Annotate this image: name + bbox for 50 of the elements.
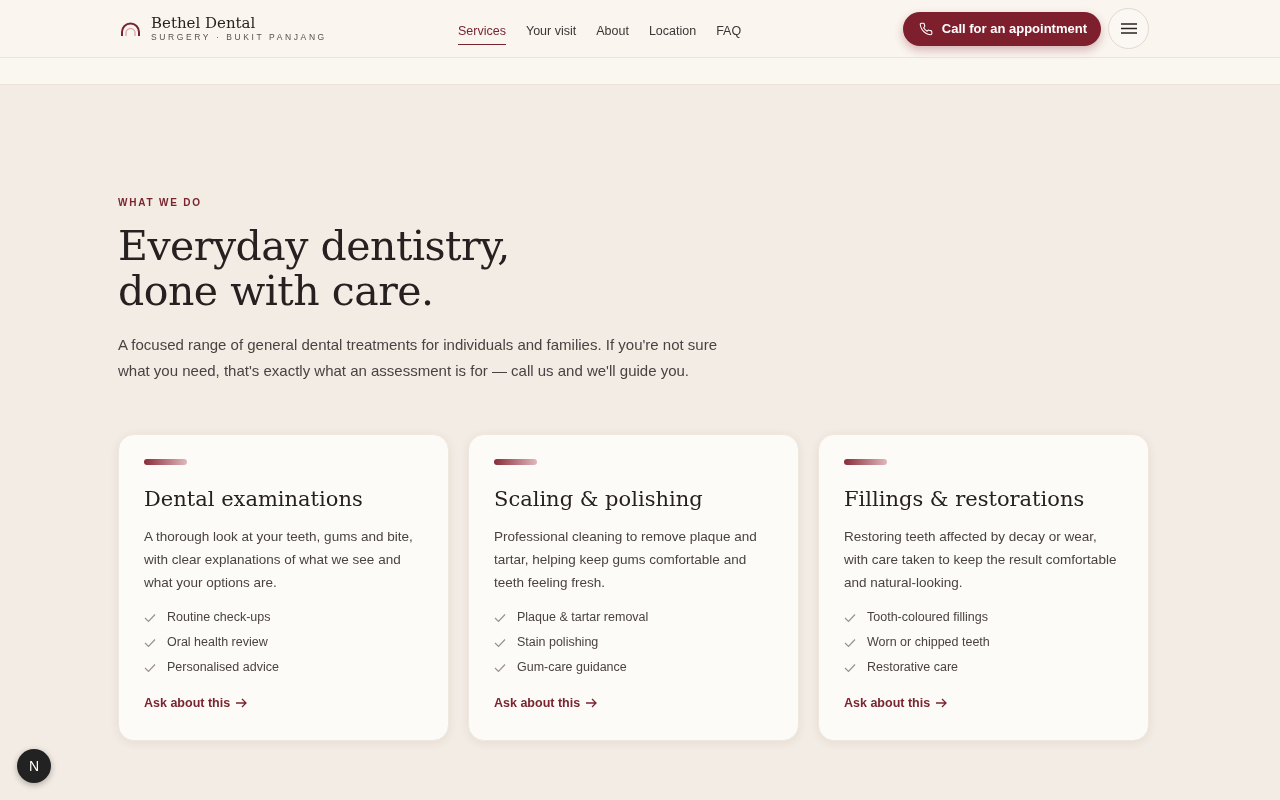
check-icon (144, 637, 156, 648)
feature-item: Restorative care (867, 659, 958, 676)
check-icon (144, 612, 156, 623)
arrow-right-icon (236, 698, 248, 708)
feature-item: Tooth-coloured fillings (867, 609, 988, 626)
brand-tagline: SURGERY · BUKIT PANJANG (151, 32, 327, 42)
accent-bar (494, 459, 537, 465)
check-icon (144, 662, 156, 673)
card-text: A thorough look at your teeth, gums and bite, with clear explanations of what we see and what your options are. (144, 528, 414, 592)
ask-link[interactable]: Ask about this (494, 696, 598, 710)
check-icon (844, 612, 856, 623)
dev-badge[interactable]: N (17, 749, 51, 783)
card-title: Dental examinations (144, 487, 364, 511)
section-title: done with care. (118, 269, 434, 314)
nav-link[interactable]: Services (458, 18, 506, 45)
feature-item: Oral health review (167, 634, 268, 651)
feature-item: Routine check-ups (167, 609, 271, 626)
nav-link[interactable]: About (596, 18, 629, 45)
feature-item: Worn or chipped teeth (867, 634, 990, 651)
card-title: Scaling & polishing (494, 487, 704, 511)
arch-logo-icon (120, 21, 141, 36)
brand-name: Bethel Dental (151, 15, 257, 32)
check-icon (844, 662, 856, 673)
check-icon (494, 637, 506, 648)
feature-item: Plaque & tartar removal (517, 609, 649, 626)
nav-link[interactable]: Your visit (525, 18, 577, 45)
section-title: Everyday dentistry, (118, 224, 511, 269)
accent-bar (144, 459, 187, 465)
card-text: Restoring teeth affected by decay or wear, with care taken to keep the result comfortable and natural-looking. (844, 528, 1118, 592)
phone-icon (918, 21, 933, 36)
card-title: Fillings & restorations (844, 487, 1086, 511)
card-text: Professional cleaning to remove plaque and tartar, helping keep gums comfortable and teeth feeling fresh. (494, 528, 758, 592)
menu-button[interactable] (1108, 8, 1149, 49)
feature-item: Gum-care guidance (517, 659, 627, 676)
check-icon (494, 662, 506, 673)
check-icon (494, 612, 506, 623)
section-intro: A focused range of general dental treatments for individuals and families. If you're not sure what you need, that's exactly what an assessment is for — call us and we'll guide you. (118, 335, 719, 381)
nav-link[interactable]: FAQ (716, 18, 742, 45)
nav-link[interactable]: Location (648, 18, 697, 45)
accent-bar (844, 459, 887, 465)
feature-item: Stain polishing (517, 634, 599, 651)
ask-link[interactable]: Ask about this (144, 696, 248, 710)
ask-link[interactable]: Ask about this (844, 696, 948, 710)
arrow-right-icon (586, 698, 598, 708)
feature-item: Personalised advice (167, 659, 279, 676)
menu-icon (1120, 23, 1137, 34)
section-eyebrow: WHAT WE DO (118, 197, 203, 208)
check-icon (844, 637, 856, 648)
arrow-right-icon (936, 698, 948, 708)
call-button[interactable]: Call for an appointment (902, 11, 1101, 46)
